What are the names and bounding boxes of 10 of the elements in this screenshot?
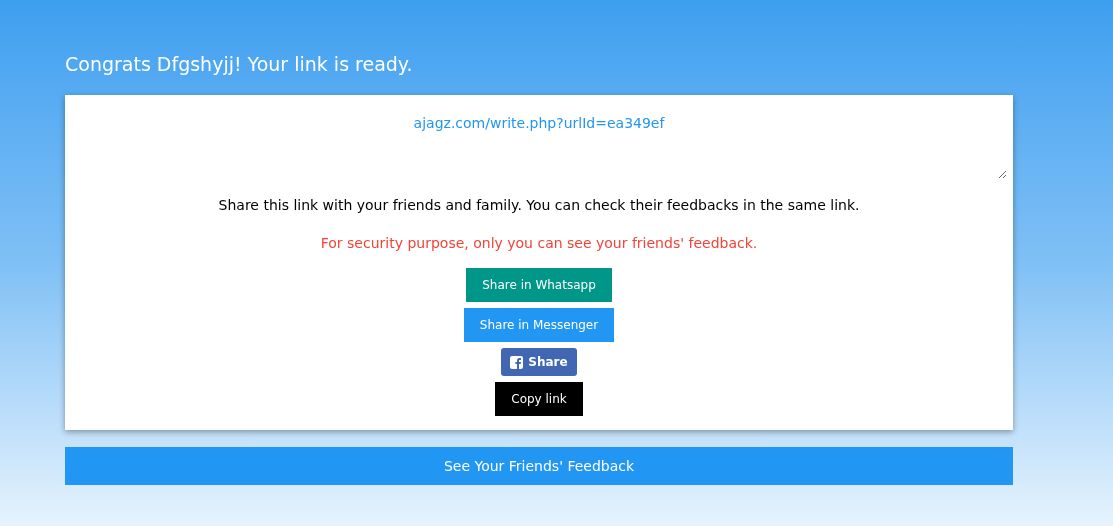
facebook-share-button[interactable]: Share bbox=[501, 348, 577, 376]
facebook-icon bbox=[510, 355, 524, 369]
security-note: For security purpose, only you can see your friends' feedback. bbox=[320, 234, 758, 253]
page-title: Congrats Dfgshyjj! Your link is ready. bbox=[65, 52, 413, 77]
copy-link-button[interactable]: Copy link bbox=[495, 382, 583, 416]
see-feedback-button[interactable]: See Your Friends' Feedback bbox=[65, 447, 1013, 485]
whatsapp-share-button[interactable]: Share in Whatsapp bbox=[466, 268, 612, 302]
link-field[interactable]: ajagz.com/write.php?urlId=ea349ef bbox=[71, 101, 1007, 179]
share-instructions: Share this link with your friends and family. You can check their feedbacks in the same link. bbox=[218, 196, 860, 215]
messenger-share-button[interactable]: Share in Messenger bbox=[463, 308, 615, 342]
